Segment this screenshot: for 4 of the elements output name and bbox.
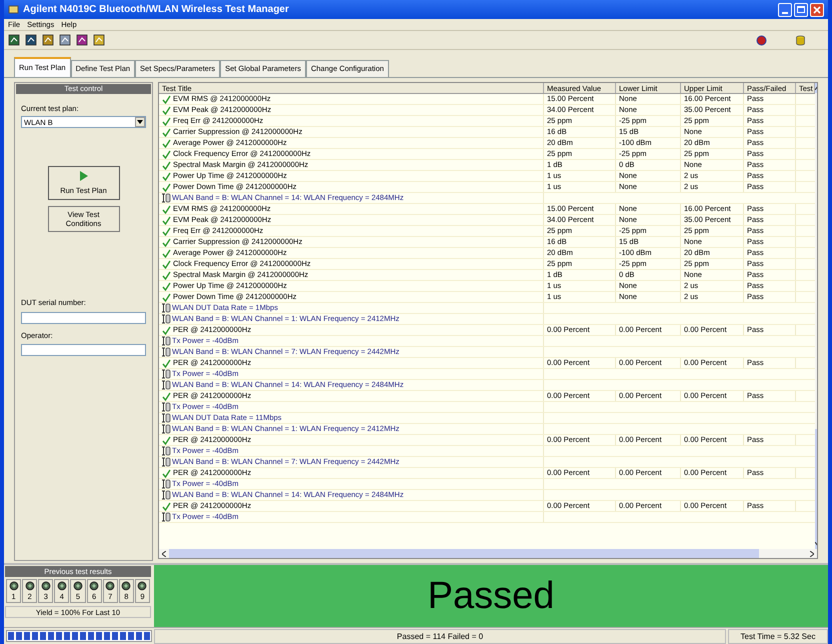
result-text: Passed	[428, 577, 554, 615]
test-time: Test Time = 5.32 Sec	[728, 628, 828, 644]
status-counts: Passed = 114 Failed = 0	[154, 628, 726, 644]
window-title: Agilent N4019C Bluetooth/WLAN Wireless Test Manager	[23, 3, 289, 17]
